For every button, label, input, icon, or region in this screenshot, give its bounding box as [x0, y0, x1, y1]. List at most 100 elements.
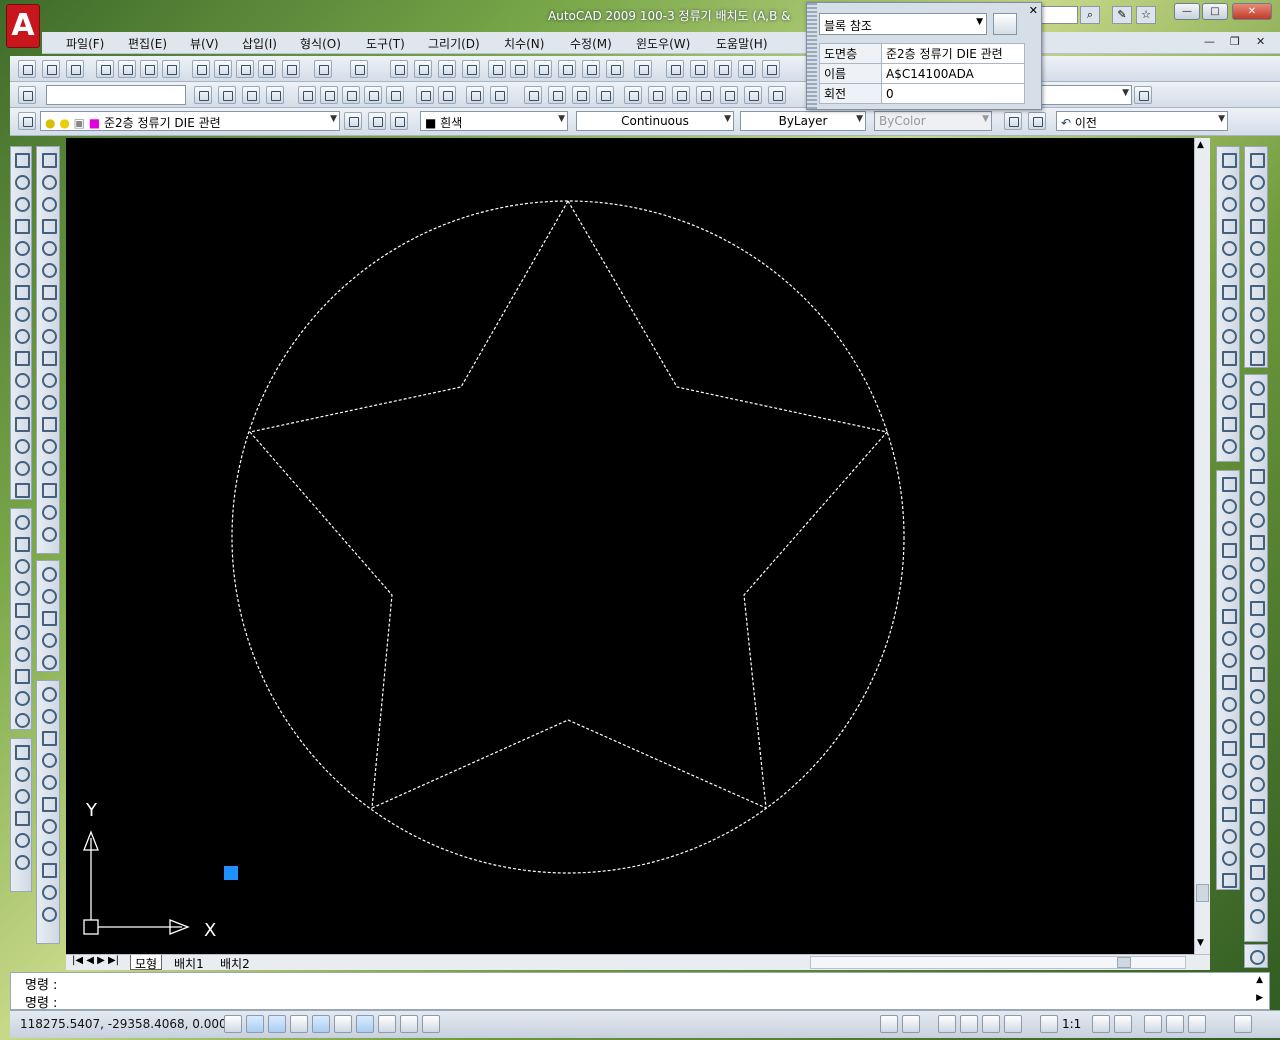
tab-model[interactable]: 모형 [130, 955, 163, 971]
tool-icon[interactable] [1219, 260, 1237, 278]
tool-icon[interactable] [12, 808, 30, 826]
scroll-up-arrow[interactable]: ▲ [1197, 140, 1204, 150]
insert-field-icon[interactable] [194, 86, 212, 104]
view-previous-combo[interactable]: ↶ 이전 ▼ [1056, 111, 1228, 131]
zoom-plus-icon[interactable] [416, 86, 434, 104]
tool-icon[interactable] [1247, 598, 1265, 616]
tool-icon[interactable] [39, 772, 57, 790]
tool-icon[interactable] [39, 838, 57, 856]
tool-icon[interactable] [1247, 216, 1265, 234]
open-icon[interactable] [42, 60, 60, 78]
ucs-icon[interactable] [1004, 112, 1022, 130]
tool-icon[interactable] [1247, 862, 1265, 880]
tool-icon[interactable] [12, 556, 30, 574]
quickcalc-icon[interactable] [606, 60, 624, 78]
tool-icon[interactable] [12, 436, 30, 454]
tool-icon[interactable] [12, 326, 30, 344]
tool-icon[interactable] [1219, 848, 1237, 866]
ortho-icon[interactable] [268, 1015, 286, 1033]
scroll-down-arrow[interactable]: ▼ [1197, 938, 1204, 948]
tool-icon[interactable] [1219, 826, 1237, 844]
menu-format[interactable]: 형식(O) [300, 35, 341, 52]
cut-icon[interactable] [192, 60, 210, 78]
scroll-thumb[interactable] [1196, 884, 1209, 902]
zoom-object-icon[interactable] [386, 86, 404, 104]
tool-icon[interactable] [1219, 216, 1237, 234]
named-views-icon[interactable] [1028, 112, 1046, 130]
tool-icon[interactable] [1219, 474, 1237, 492]
tool-icon[interactable] [1219, 562, 1237, 580]
close-button[interactable]: ✕ [1232, 3, 1272, 20]
tool-icon[interactable] [39, 392, 57, 410]
tool-icon[interactable] [1219, 584, 1237, 602]
tool-icon[interactable] [39, 882, 57, 900]
tool-icon[interactable] [12, 622, 30, 640]
tool-icon[interactable] [39, 794, 57, 812]
dim-style-icon[interactable] [1134, 86, 1152, 104]
table-edit-icon[interactable] [242, 86, 260, 104]
paste-block-icon[interactable] [258, 60, 276, 78]
tool-icon[interactable] [12, 458, 30, 476]
tool-icon[interactable] [39, 348, 57, 366]
tool-icon[interactable] [12, 600, 30, 618]
command-window[interactable]: 명령 : 명령 : ▲ ▶ [10, 972, 1270, 1011]
tool-icon[interactable] [1247, 554, 1265, 572]
tool-icon[interactable] [12, 392, 30, 410]
tool-icon[interactable] [39, 684, 57, 702]
tool-icon[interactable] [12, 710, 30, 728]
doc-minimize-button[interactable]: — [1204, 35, 1215, 48]
tool-icon[interactable] [1219, 694, 1237, 712]
tab-nav-first[interactable]: |◀ ◀ ▶ ▶| [68, 955, 123, 970]
tool-icon[interactable] [12, 830, 30, 848]
rectangle-icon[interactable] [690, 60, 708, 78]
tool-icon[interactable] [1247, 466, 1265, 484]
zoom-in-icon[interactable] [298, 86, 316, 104]
tool-icon[interactable] [39, 282, 57, 300]
tool-icon[interactable] [12, 644, 30, 662]
tool-icon[interactable] [39, 414, 57, 432]
tool-icon[interactable] [12, 348, 30, 366]
circle-geometry[interactable] [231, 200, 905, 874]
plot-preview-icon[interactable] [118, 60, 136, 78]
table-delete-icon[interactable] [266, 86, 284, 104]
tool-icon[interactable] [39, 586, 57, 604]
layer-combo[interactable]: ● ● ▣ ■ 준2층 정류기 DIE 관련 ▼ [40, 111, 340, 131]
viewport-icon[interactable] [714, 60, 732, 78]
tool-icon[interactable] [12, 150, 30, 168]
property-value[interactable]: 준2층 정류기 DIE 관련 [881, 43, 1025, 64]
showmotion-icon[interactable] [1004, 1015, 1022, 1033]
tool-icon[interactable] [39, 630, 57, 648]
steering-wheel-icon[interactable] [982, 1015, 1000, 1033]
horizontal-scrollbar[interactable] [810, 956, 1186, 969]
tool-icon[interactable] [39, 150, 57, 168]
make-current-icon[interactable] [344, 112, 362, 130]
tool-icon[interactable] [1247, 194, 1265, 212]
paste-icon[interactable] [236, 60, 254, 78]
tool-icon[interactable] [1247, 532, 1265, 550]
lineweight-icon[interactable] [400, 1015, 418, 1033]
status-tray-icon[interactable] [1188, 1015, 1206, 1033]
quick-select-icon[interactable] [993, 13, 1017, 35]
layer-manager-icon[interactable] [18, 112, 36, 130]
search-icon[interactable]: ⌕ [1080, 6, 1100, 24]
tool-icon[interactable] [12, 414, 30, 432]
palette-close-icon[interactable]: ✕ [1029, 4, 1038, 17]
tool-icon[interactable] [39, 194, 57, 212]
plotstyle-combo[interactable]: ByColor ▼ [874, 111, 992, 131]
tool-icon[interactable] [12, 216, 30, 234]
cmd-scroll-up-arrow[interactable]: ▲ [1256, 975, 1263, 985]
tool-icon[interactable] [12, 534, 30, 552]
jogged-dim-icon[interactable] [648, 86, 666, 104]
otrack-icon[interactable] [334, 1015, 352, 1033]
tool-icon[interactable] [39, 524, 57, 542]
minimize-button[interactable]: — [1174, 3, 1200, 20]
vertical-scrollbar[interactable]: ▲ ▼ [1194, 138, 1210, 954]
sheet-set-icon[interactable] [558, 60, 576, 78]
tool-icon[interactable] [1219, 650, 1237, 668]
tool-icon[interactable] [1219, 672, 1237, 690]
doc-restore-button[interactable]: ❐ [1230, 35, 1240, 48]
tool-icon[interactable] [1247, 620, 1265, 638]
menu-modify[interactable]: 수정(M) [570, 35, 612, 52]
tool-icon[interactable] [12, 512, 30, 530]
tool-icon[interactable] [39, 728, 57, 746]
